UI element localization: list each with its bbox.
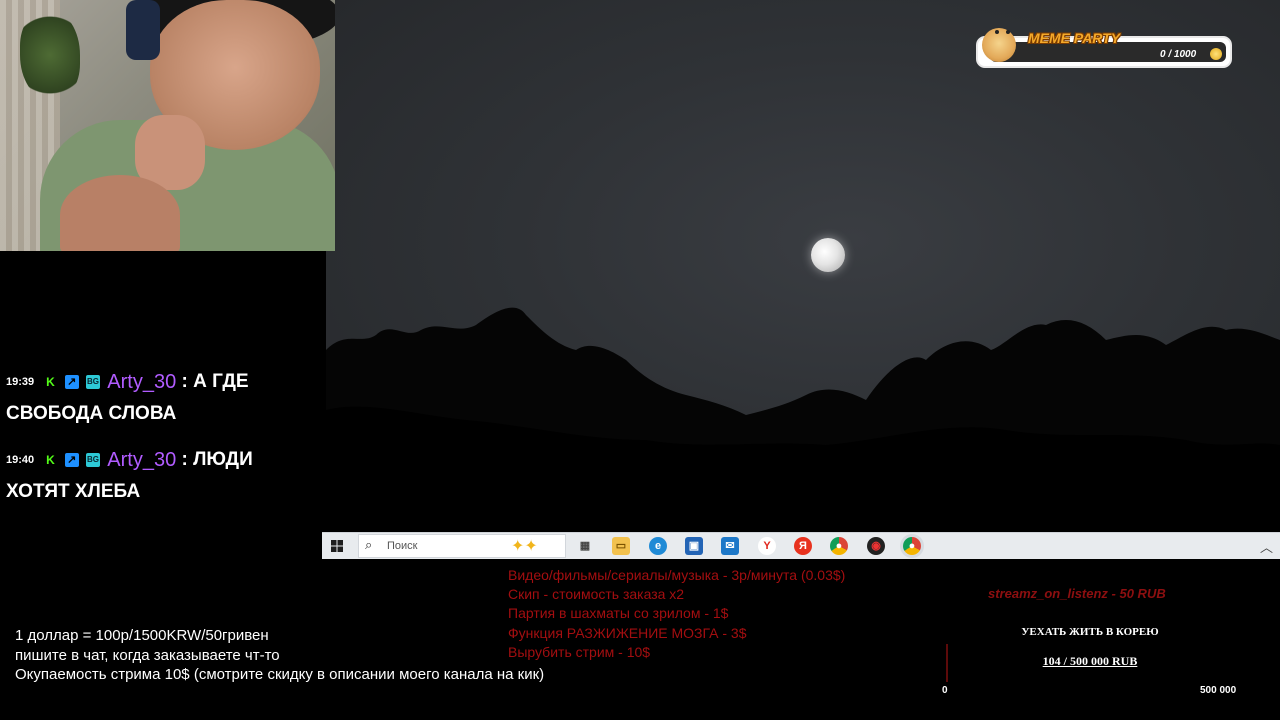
chat-timestamp: 19:40 [6, 454, 35, 467]
price-item: Видео/фильмы/сериалы/музыка - 3р/минута … [508, 567, 846, 583]
meme-party-widget: MEME PARTY 0 / 1000 [976, 28, 1232, 68]
streamer-knee [60, 175, 180, 251]
kick-badge-icon: K [46, 453, 55, 468]
meme-party-count: 0 / 1000 [1160, 49, 1197, 60]
price-item: Партия в шахматы со зрилом - 1$ [508, 605, 729, 622]
note-line: 1 доллар = 100р/1500KRW/50гривен [15, 627, 269, 644]
coin-icon [1210, 48, 1222, 60]
chrome-icon[interactable]: ● [830, 537, 848, 555]
price-item: Функция РАЗЖИЖЕНИЕ МОЗГА - 3$ [508, 624, 747, 641]
info-notes: 1 доллар = 100р/1500KRW/50гривен пишите … [15, 626, 544, 685]
sparkle-icon: ✦✦ [511, 538, 538, 555]
taskbar-search-box[interactable]: ⌕ Поиск ✦✦ [358, 534, 566, 558]
price-item: Вырубить стрим - 10$ [508, 643, 651, 660]
chat-message: 19:40 K ↗ BG Arty_30 : ЛЮДИ ХОТЯТ ХЛЕБА [6, 444, 316, 508]
store-icon[interactable]: ▣ [685, 537, 703, 555]
subscriber-badge-icon: ↗ [64, 453, 79, 468]
chat-separator: : [181, 449, 188, 471]
windows-start-icon[interactable] [328, 537, 346, 555]
webcam-feed [0, 0, 335, 251]
goal-min-label: 0 [942, 685, 948, 696]
note-line: Окупаемость стрима 10$ (смотрите скидку … [15, 666, 545, 683]
chat-overlay: 19:39 K ↗ BG Arty_30 : А ГДЕ СВОБОДА СЛО… [6, 366, 316, 522]
price-item: Скип - стоимость заказа x2 [508, 586, 685, 603]
kick-badge-icon: K [46, 375, 55, 389]
windows-taskbar: ⌕ Поиск ✦✦ ▦ ▭ e ▣ ✉ Y Я ● ◉ ● ︿ [322, 532, 1280, 559]
donation-goal-bar [946, 644, 948, 682]
chat-message: 19:39 K ↗ BG Arty_30 : А ГДЕ СВОБОДА СЛО… [6, 366, 316, 430]
search-icon: ⌕ [365, 537, 373, 552]
doge-eye [1006, 30, 1010, 34]
goal-max-label: 500 000 [1200, 685, 1237, 696]
headphones [126, 0, 160, 60]
meme-party-title: MEME PARTY [1028, 30, 1121, 46]
obs-icon[interactable]: ◉ [867, 537, 885, 555]
houseplant [20, 10, 80, 100]
gifter-badge-icon: BG [85, 375, 100, 389]
search-placeholder: Поиск [387, 540, 418, 552]
gifter-badge-icon: BG [85, 453, 100, 468]
note-line: пишите в чат, когда заказываете чт-то [15, 646, 280, 664]
chat-separator: : [181, 371, 188, 392]
tree-silhouettes [326, 307, 1280, 532]
edge-icon[interactable]: e [649, 537, 667, 555]
yandex-icon[interactable]: Я [794, 537, 812, 555]
subscriber-badge-icon: ↗ [64, 375, 79, 389]
chat-username[interactable]: Arty_30 [107, 449, 176, 471]
stream-video-scene [326, 0, 1280, 532]
doge-icon [982, 28, 1016, 62]
price-list: Видео/фильмы/сериалы/музыка - 3р/минута … [508, 566, 845, 662]
chat-timestamp: 19:39 [6, 376, 35, 388]
chevron-up-icon[interactable]: ︿ [1260, 537, 1273, 556]
donation-goal-progress: 104 / 500 000 RUB [1042, 654, 1138, 668]
donation-goal-title: УЕХАТЬ ЖИТЬ В КОРЕЮ [1021, 626, 1159, 638]
yandex-browser-icon[interactable]: Y [758, 537, 776, 555]
moon [811, 238, 845, 272]
chat-username[interactable]: Arty_30 [107, 371, 176, 393]
file-explorer-icon[interactable]: ▭ [612, 537, 630, 555]
task-view-icon[interactable]: ▦ [576, 537, 594, 555]
doge-eye [995, 30, 999, 34]
donation-alert: streamz_on_listenz - 50 RUB [988, 586, 1166, 601]
outlook-icon[interactable]: ✉ [721, 537, 739, 555]
chrome-profile-icon[interactable]: ● [903, 537, 921, 555]
